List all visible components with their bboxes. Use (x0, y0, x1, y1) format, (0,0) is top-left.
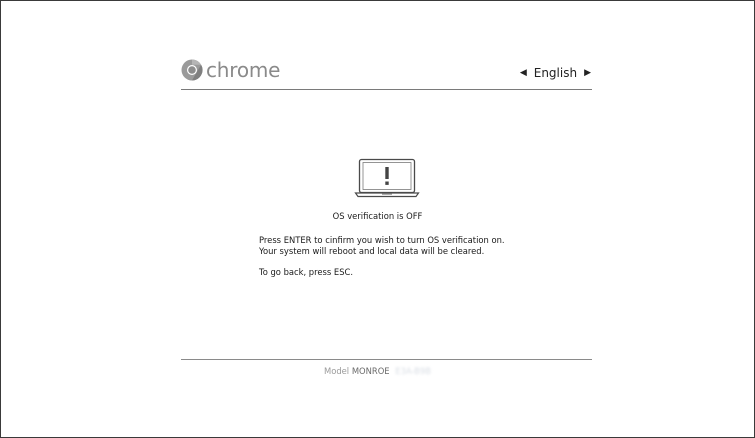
model-info: Model MONROE E3A-B9B (1, 366, 754, 376)
status-title: OS verification is OFF (332, 211, 423, 221)
language-label[interactable]: English (534, 66, 577, 80)
footer-divider (181, 359, 592, 360)
model-label: Model (323, 366, 350, 376)
header: chrome ◀ English ▶ (181, 55, 592, 90)
model-hwid: E3A-B9B (395, 366, 431, 376)
recovery-screen: chrome ◀ English ▶ OS verification is OF… (0, 0, 755, 438)
logo-text: chrome (206, 58, 281, 82)
next-language-arrow-icon[interactable]: ▶ (584, 68, 591, 78)
model-name: MONROE (351, 366, 390, 376)
instruction-line-3: To go back, press ESC. (259, 267, 354, 277)
instruction-line-1: Press ENTER to cinfirm you wish to turn … (259, 235, 505, 245)
previous-language-arrow-icon[interactable]: ◀ (520, 68, 527, 78)
chrome-logo-icon (181, 59, 203, 81)
instruction-line-2: Your system will reboot and local data w… (259, 246, 485, 256)
chrome-logo: chrome (181, 59, 280, 81)
language-selector[interactable]: ◀ English ▶ (520, 66, 591, 80)
laptop-warning-icon (354, 158, 420, 198)
